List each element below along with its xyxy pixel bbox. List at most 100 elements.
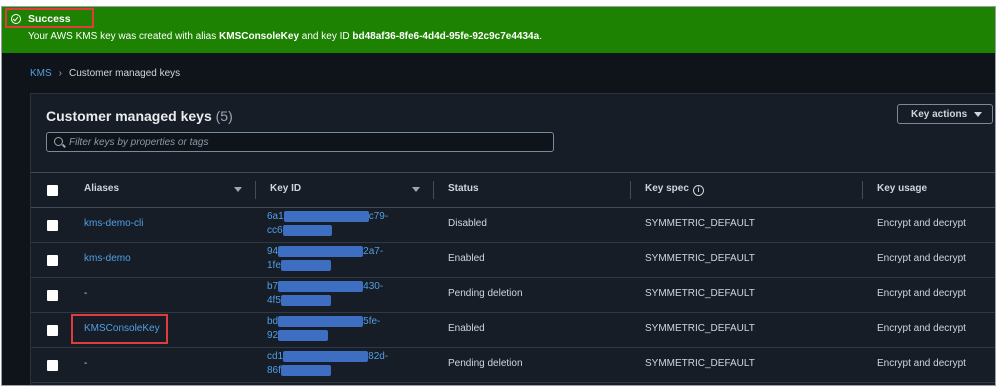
row-checkbox[interactable] xyxy=(47,290,58,301)
key-spec-text: SYMMETRIC_DEFAULT xyxy=(645,358,755,369)
row-checkbox[interactable] xyxy=(47,325,58,336)
caret-down-icon xyxy=(974,112,982,117)
key-actions-button[interactable]: Key actions xyxy=(897,104,993,124)
success-message-alias: KMSConsoleKey xyxy=(219,31,300,42)
keys-panel: Customer managed keys (5) Key actions Al… xyxy=(30,93,995,385)
table-row: - b7████████████430- 4f5███████ Pending d… xyxy=(31,277,995,313)
success-message-prefix: Your AWS KMS key was created with alias xyxy=(28,31,220,42)
key-usage-text: Encrypt and decrypt xyxy=(877,218,966,229)
key-spec-text: SYMMETRIC_DEFAULT xyxy=(645,253,755,264)
status-text: Pending deletion xyxy=(448,358,523,369)
key-spec-text: SYMMETRIC_DEFAULT xyxy=(645,323,755,334)
column-header-key-id[interactable]: Key ID xyxy=(270,183,301,194)
column-header-key-usage[interactable]: Key usage xyxy=(877,183,927,194)
column-header-key-spec[interactable]: Key spec i xyxy=(645,183,704,196)
key-id-line2-start: 4f5 xyxy=(267,295,281,306)
alias-link[interactable]: kms-demo-cli xyxy=(84,218,143,229)
column-divider xyxy=(630,181,631,199)
key-id-redacted: ███████ xyxy=(280,365,331,376)
status-text: Pending deletion xyxy=(448,288,523,299)
table-header: Aliases Key ID Status Key spec i Key usag… xyxy=(31,172,995,208)
column-header-aliases[interactable]: Aliases xyxy=(84,183,119,194)
alias-highlight-box xyxy=(71,314,168,344)
key-id-link[interactable]: bd████████████5fe- 92███████ xyxy=(267,315,407,343)
table-row: - cd1████████████82d- 86f███████ Pending … xyxy=(31,347,995,383)
success-message-key-id: bd48af36-8fe6-4d4d-95fe-92c9c7e4434a xyxy=(352,31,540,42)
key-id-visible-end: 430- xyxy=(363,281,384,292)
row-checkbox[interactable] xyxy=(47,360,58,371)
info-icon[interactable]: i xyxy=(692,185,704,196)
key-id-line2-start: 92 xyxy=(267,330,279,341)
key-id-link[interactable]: b7████████████430- 4f5███████ xyxy=(267,280,407,308)
column-header-status[interactable]: Status xyxy=(448,183,479,194)
key-id-visible-start: 94 xyxy=(267,246,279,257)
search-input[interactable] xyxy=(69,134,549,150)
key-id-redacted: ████████████ xyxy=(283,351,369,362)
alias-link[interactable]: KMSConsoleKey xyxy=(71,314,168,344)
success-title: Success xyxy=(28,13,71,25)
key-usage-text: Encrypt and decrypt xyxy=(877,358,966,369)
select-all-checkbox[interactable] xyxy=(47,185,58,196)
key-id-redacted: ███████ xyxy=(280,295,331,306)
alias-link[interactable]: kms-demo xyxy=(84,253,131,264)
breadcrumb: KMS › Customer managed keys xyxy=(30,68,180,79)
key-actions-label: Key actions xyxy=(911,109,968,120)
key-id-visible-start: b7 xyxy=(267,281,279,292)
key-id-link[interactable]: 6a1████████████c79- cc6███████ xyxy=(267,210,407,238)
chevron-right-icon: › xyxy=(58,68,63,79)
column-divider xyxy=(862,181,863,199)
key-id-visible-start: cd1 xyxy=(267,351,284,362)
panel-count: (5) xyxy=(215,108,233,124)
search-box xyxy=(46,132,554,152)
key-spec-text: SYMMETRIC_DEFAULT xyxy=(645,218,755,229)
table-row: kms-demo-cli 6a1████████████c79- cc6█████… xyxy=(31,207,995,243)
status-text: Disabled xyxy=(448,218,487,229)
column-divider xyxy=(433,181,434,199)
success-message: Your AWS KMS key was created with alias … xyxy=(28,31,542,42)
column-header-key-spec-text: Key spec xyxy=(645,183,689,194)
key-id-visible-end: 5fe- xyxy=(363,316,381,327)
key-id-redacted: ███████ xyxy=(278,330,328,341)
sort-down-icon[interactable] xyxy=(234,187,242,192)
table-row: KMSConsoleKey bd████████████5fe- 92██████… xyxy=(31,312,995,348)
key-usage-text: Encrypt and decrypt xyxy=(877,288,966,299)
alias-empty: - xyxy=(84,358,88,369)
success-banner: Success Your AWS KMS key was created wit… xyxy=(2,7,995,53)
key-id-visible-end: 82d- xyxy=(368,351,389,362)
key-id-visible-end: c79- xyxy=(368,211,389,222)
key-id-line2-start: 1fe xyxy=(267,260,281,271)
check-circle-icon xyxy=(11,14,21,24)
key-id-link[interactable]: cd1████████████82d- 86f███████ xyxy=(267,350,407,378)
key-id-redacted: ███████ xyxy=(280,260,331,271)
column-divider xyxy=(255,181,256,199)
key-spec-text: SYMMETRIC_DEFAULT xyxy=(645,288,755,299)
panel-title: Customer managed keys (5) xyxy=(46,108,233,124)
row-checkbox[interactable] xyxy=(47,220,58,231)
key-usage-text: Encrypt and decrypt xyxy=(877,323,966,334)
table-row: kms-demo 94████████████2a7- 1fe███████ En… xyxy=(31,242,995,278)
key-id-link[interactable]: 94████████████2a7- 1fe███████ xyxy=(267,245,407,273)
key-id-redacted: ████████████ xyxy=(278,316,364,327)
row-checkbox[interactable] xyxy=(47,255,58,266)
breadcrumb-current: Customer managed keys xyxy=(69,68,181,79)
key-id-line2-start: 86f xyxy=(267,365,281,376)
status-text: Enabled xyxy=(448,253,485,264)
success-message-suffix: . xyxy=(539,31,542,42)
key-usage-text: Encrypt and decrypt xyxy=(877,253,966,264)
alias-empty: - xyxy=(84,288,88,299)
key-id-visible-start: 6a1 xyxy=(267,211,284,222)
panel-title-text: Customer managed keys xyxy=(46,108,212,124)
key-id-redacted: ████████████ xyxy=(278,281,364,292)
key-id-redacted: ███████ xyxy=(282,225,333,236)
key-id-redacted: ████████████ xyxy=(283,211,369,222)
search-icon xyxy=(54,137,63,146)
key-id-visible-end: 2a7- xyxy=(363,246,384,257)
key-id-visible-start: bd xyxy=(267,316,279,327)
key-id-line2-start: cc6 xyxy=(267,225,283,236)
status-text: Enabled xyxy=(448,323,485,334)
sort-down-icon[interactable] xyxy=(412,187,420,192)
key-id-redacted: ████████████ xyxy=(278,246,364,257)
console-frame: Success Your AWS KMS key was created wit… xyxy=(1,6,996,386)
success-message-mid: and key ID xyxy=(299,31,353,42)
breadcrumb-kms-link[interactable]: KMS xyxy=(30,68,52,79)
